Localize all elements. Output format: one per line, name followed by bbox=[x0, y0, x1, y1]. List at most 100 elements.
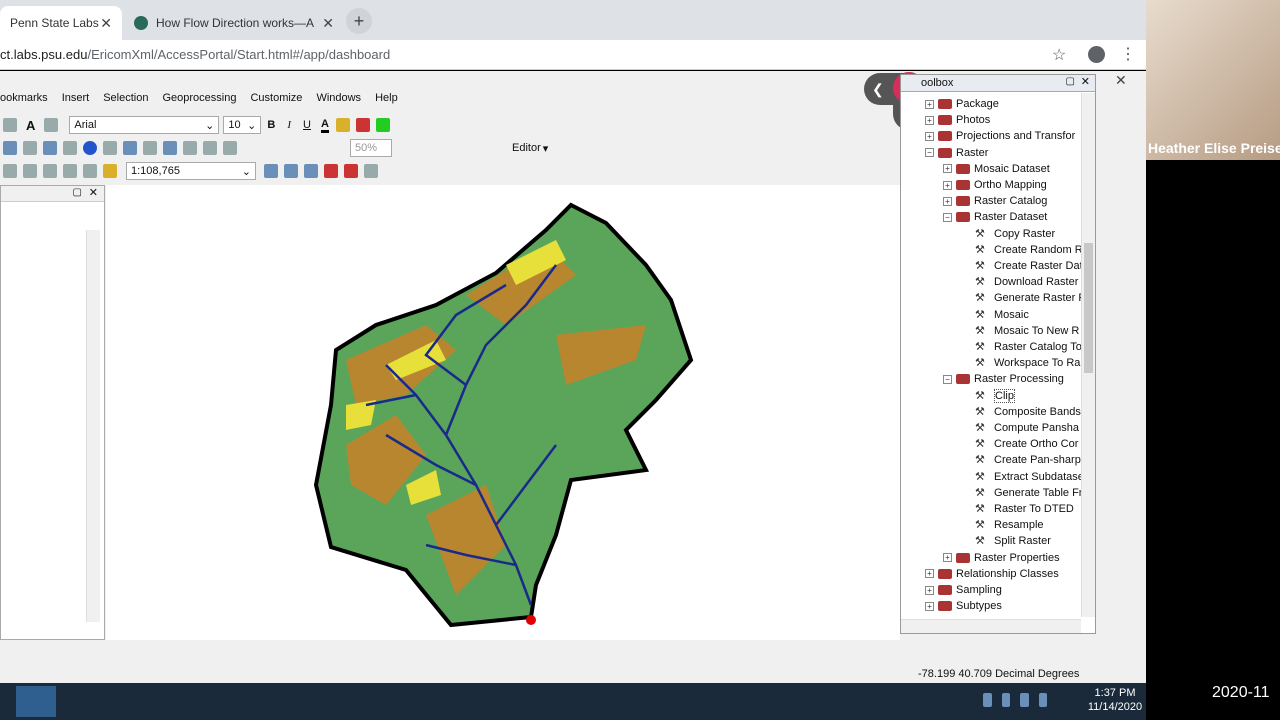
toolbox-tool[interactable]: ⚒ Composite Bands bbox=[975, 404, 1081, 420]
auto-hide-icon[interactable]: ▢ bbox=[1066, 76, 1075, 87]
toolbox-tool[interactable]: ⚒ Workspace To Ra bbox=[975, 355, 1080, 371]
identify-icon[interactable] bbox=[83, 141, 97, 155]
expand-icon[interactable]: + bbox=[925, 601, 934, 611]
collapse-icon[interactable]: − bbox=[943, 374, 952, 384]
vertical-scrollbar[interactable] bbox=[86, 230, 100, 622]
expand-icon[interactable]: + bbox=[925, 131, 934, 141]
volume-icon[interactable] bbox=[1038, 693, 1047, 707]
model-builder-icon[interactable] bbox=[364, 164, 378, 178]
toolbox-tool[interactable]: ⚒ Clip bbox=[975, 388, 1015, 404]
more-menu-icon[interactable]: ⋮ bbox=[1120, 44, 1136, 64]
back-extent-icon[interactable] bbox=[3, 141, 17, 155]
catalog-icon[interactable] bbox=[304, 164, 318, 178]
rectangle-icon[interactable] bbox=[3, 118, 17, 132]
tab-close-icon[interactable]: ✕ bbox=[322, 15, 334, 32]
tab-close-icon[interactable]: ✕ bbox=[100, 15, 112, 32]
editor-toolbar-icon[interactable] bbox=[264, 164, 278, 178]
menu-bookmarks[interactable]: ookmarks bbox=[0, 92, 48, 112]
toolbox-toolset[interactable]: + Photos bbox=[925, 112, 990, 128]
editor-menu[interactable]: Editor bbox=[512, 142, 541, 154]
collapse-icon[interactable]: − bbox=[925, 148, 934, 158]
delete-icon[interactable] bbox=[43, 164, 57, 178]
url-field[interactable]: ct.labs.psu.edu/EricomXml/AccessPortal/S… bbox=[0, 47, 390, 62]
arctoolbox-icon[interactable] bbox=[324, 164, 338, 178]
toolbox-toolset[interactable]: − Raster bbox=[925, 145, 988, 161]
add-data-icon[interactable] bbox=[103, 164, 117, 178]
font-size-select[interactable]: 10 ⌄ bbox=[223, 116, 262, 134]
expand-icon[interactable]: + bbox=[925, 99, 934, 109]
measure-icon[interactable] bbox=[123, 141, 137, 155]
menu-customize[interactable]: Customize bbox=[250, 92, 302, 112]
toolbox-tool[interactable]: ⚒ Copy Raster bbox=[975, 226, 1055, 242]
expand-icon[interactable]: + bbox=[943, 553, 952, 563]
line-color-icon[interactable] bbox=[355, 118, 370, 132]
paw-icon[interactable] bbox=[1001, 693, 1010, 707]
toolbox-tool[interactable]: ⚒ Mosaic bbox=[975, 307, 1029, 323]
menu-help[interactable]: Help bbox=[375, 92, 398, 112]
toolbox-tool[interactable]: ⚒ Generate Table Fr bbox=[975, 485, 1082, 501]
html-popup-icon[interactable] bbox=[103, 141, 117, 155]
toolbox-tool[interactable]: ⚒ Create Raster Dat bbox=[975, 258, 1083, 274]
toolbox-toolset[interactable]: + Sampling bbox=[925, 582, 1002, 598]
search-icon[interactable] bbox=[16, 686, 56, 717]
toolbox-tool[interactable]: ⚒ Split Raster bbox=[975, 533, 1051, 549]
toolbox-toolset[interactable]: + Relationship Classes bbox=[925, 566, 1059, 582]
browser-tab[interactable]: How Flow Direction works—A ✕ bbox=[124, 6, 344, 40]
toolbox-toolset[interactable]: + Subtypes bbox=[925, 598, 1002, 614]
redo-icon[interactable] bbox=[83, 164, 97, 178]
zoom-percent-select[interactable]: 50% bbox=[350, 139, 392, 157]
profile-icon[interactable] bbox=[1088, 46, 1105, 63]
fill-color-icon[interactable] bbox=[335, 118, 350, 132]
toolbox-tool[interactable]: ⚒ Raster Catalog To bbox=[975, 339, 1082, 355]
find-icon[interactable] bbox=[143, 141, 157, 155]
new-tab-button[interactable]: + bbox=[346, 8, 372, 34]
underline-button[interactable]: U bbox=[303, 119, 311, 131]
toolbox-tool[interactable]: ⚒ Generate Raster F bbox=[975, 290, 1085, 306]
select-features-icon[interactable] bbox=[43, 141, 57, 155]
collapse-icon[interactable]: − bbox=[943, 212, 952, 222]
toolbox-toolset[interactable]: − Raster Dataset bbox=[943, 209, 1047, 225]
expand-icon[interactable]: + bbox=[943, 196, 952, 206]
toolbox-toolset[interactable]: + Projections and Transfor bbox=[925, 128, 1075, 144]
toolbox-toolset[interactable]: + Mosaic Dataset bbox=[943, 161, 1050, 177]
toolbox-toolset[interactable]: + Raster Catalog bbox=[943, 193, 1047, 209]
toolbox-tool[interactable]: ⚒ Create Random R bbox=[975, 242, 1083, 258]
toolbox-tool[interactable]: ⚒ Create Pan-sharp bbox=[975, 452, 1081, 468]
auto-hide-icon[interactable]: ▢ bbox=[73, 187, 82, 198]
map-scale-select[interactable]: 1:108,765 ⌄ bbox=[126, 162, 256, 180]
close-icon[interactable]: ✕ bbox=[1081, 75, 1090, 88]
python-icon[interactable] bbox=[344, 164, 358, 178]
layout-tool-icon[interactable] bbox=[203, 141, 217, 155]
session-close-button[interactable]: ✕ bbox=[1115, 72, 1127, 89]
text-tool-icon[interactable]: A bbox=[26, 118, 35, 133]
toolbox-toolset[interactable]: + Ortho Mapping bbox=[943, 177, 1047, 193]
menu-insert[interactable]: Insert bbox=[62, 92, 90, 112]
edit-vertices-icon[interactable] bbox=[44, 118, 59, 132]
toolbox-tool[interactable]: ⚒ Raster To DTED bbox=[975, 501, 1074, 517]
paste-icon[interactable] bbox=[23, 164, 37, 178]
toolbox-toolset[interactable]: − Raster Processing bbox=[943, 371, 1064, 387]
toolbox-toolset[interactable]: + Raster Properties bbox=[943, 550, 1060, 566]
bookmark-star-icon[interactable]: ☆ bbox=[1052, 45, 1066, 65]
time-slider-icon[interactable] bbox=[183, 141, 197, 155]
toolbox-tool[interactable]: ⚒ Download Raster bbox=[975, 274, 1078, 290]
close-icon[interactable]: ✕ bbox=[89, 186, 98, 199]
toolbox-tool[interactable]: ⚒ Compute Pansha bbox=[975, 420, 1079, 436]
menu-windows[interactable]: Windows bbox=[316, 92, 361, 112]
expand-icon[interactable]: + bbox=[925, 585, 934, 595]
copy-icon[interactable] bbox=[3, 164, 17, 178]
font-name-select[interactable]: Arial ⌄ bbox=[69, 116, 220, 134]
display-icon[interactable] bbox=[1020, 693, 1029, 707]
map-view[interactable] bbox=[106, 185, 900, 640]
scrollbar-thumb[interactable] bbox=[1084, 243, 1093, 373]
pointer-icon[interactable] bbox=[63, 141, 77, 155]
expand-icon[interactable]: + bbox=[925, 569, 934, 579]
expand-icon[interactable]: + bbox=[925, 115, 934, 125]
bold-button[interactable]: B bbox=[267, 119, 275, 131]
toolbox-toolset[interactable]: + Package bbox=[925, 96, 999, 112]
font-color-icon[interactable]: A bbox=[320, 118, 329, 133]
network-icon[interactable] bbox=[983, 693, 992, 707]
toolbox-tool[interactable]: ⚒ Create Ortho Cor bbox=[975, 436, 1078, 452]
italic-button[interactable]: I bbox=[287, 119, 291, 131]
menu-geoprocessing[interactable]: Geoprocessing bbox=[162, 92, 236, 112]
